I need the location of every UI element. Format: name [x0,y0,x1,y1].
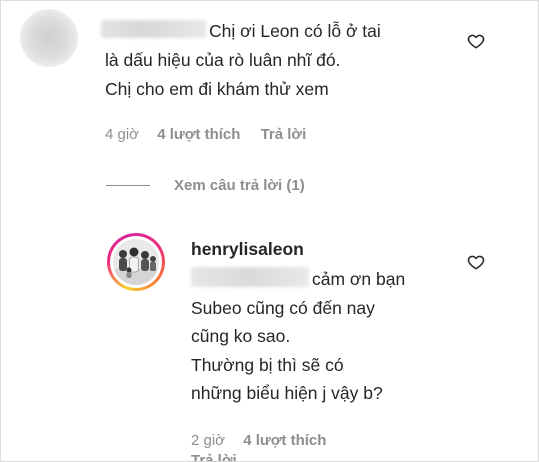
replies-divider [106,185,150,186]
reply-line: cảm ơn bạn [312,269,406,289]
reply-meta-row2: Trả lời [191,452,237,461]
comment-reply-button[interactable]: Trả lời [261,126,307,143]
comment-time: 4 giờ [105,126,140,143]
heart-outline-icon[interactable] [467,32,485,50]
reply-meta: 2 giờ 4 lượt thích [191,432,326,449]
reply-avatar[interactable] [107,233,165,291]
heart-outline-icon[interactable] [467,253,485,271]
comment-line: Chị ơi Leon có lỗ ở tai [209,21,381,41]
comment-line: Chị cho em đi khám thử xem [105,79,329,99]
reply-text: cảm ơn bạn Subeo cũng có đến nay cũng ko… [191,265,491,408]
view-replies-button[interactable]: Xem câu trả lời (1) [106,177,305,194]
comment-text: Chị ơi Leon có lỗ ở tai là dấu hiệu của … [105,17,435,104]
family-photo-icon [113,239,159,285]
comment-line: là dấu hiệu của rò luân nhĩ đó. [105,50,341,70]
reply-username[interactable]: henrylisaleon [191,239,304,260]
comment-likes-button[interactable]: 4 lượt thích [157,126,240,143]
reply-line: Subeo cũng có đến nay [191,297,375,318]
reply-reply-button[interactable]: Trả lời [191,452,237,461]
reply-line: Thường bị thì sẽ có [191,354,344,375]
reply-likes-button[interactable]: 4 lượt thích [243,432,326,449]
view-replies-label: Xem câu trả lời (1) [174,177,305,194]
comment-meta: 4 giờ 4 lượt thích Trả lời [105,126,306,143]
reply-time: 2 giờ [191,432,226,449]
comment-thread: Chị ơi Leon có lỗ ở tai là dấu hiệu của … [0,0,539,462]
reply-line: những biểu hiện j vậy b? [191,383,383,403]
avatar-photo [113,239,159,285]
reply-line: cũng ko sao. [191,326,291,346]
commenter-avatar[interactable] [20,9,78,67]
